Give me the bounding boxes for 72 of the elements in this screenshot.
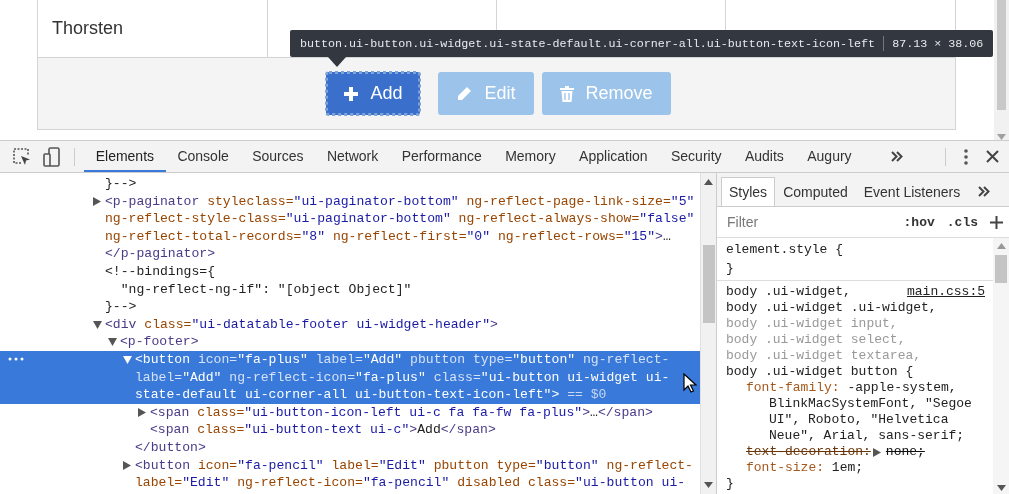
right-triangle-icon[interactable] [123,460,131,470]
more-tabs-chevron-icon[interactable] [978,186,991,197]
closing-brace: } [726,260,734,278]
devtools-tab[interactable]: Elements [84,141,166,172]
devtools-tab[interactable]: Network [315,141,390,172]
pencil-icon [456,85,473,102]
right-triangle-icon[interactable] [93,196,101,206]
scroll-up-icon[interactable] [704,179,713,185]
menu-icon[interactable] [964,148,968,165]
css-selector: body .ui-widget button { [726,364,914,379]
filter-field[interactable]: Filter [725,213,892,231]
css-selector: body .ui-widget .ui-widget, [726,300,937,315]
closing-brace: } [726,476,734,492]
devtools-tab[interactable]: Audits [733,141,796,172]
dom-node-markup[interactable]: </button> [135,438,209,457]
sidebar-tab[interactable]: Computed [775,177,856,206]
css-selector: element.style { [726,242,844,257]
device-toolbar-icon[interactable] [43,146,63,167]
right-triangle-icon[interactable] [872,447,881,457]
style-toggle[interactable]: .cls [946,214,978,230]
scrollbar[interactable] [993,238,1009,494]
devtools-tab[interactable]: Application [567,141,660,172]
devtools-tab[interactable]: Console [165,141,241,172]
devtools-tab[interactable]: Augury [795,141,864,172]
sidebar-tab[interactable]: Styles [721,177,776,206]
html-comment[interactable]: <!--bindings={ "ng-reflect-ng-if": "[object Object]" }--> [105,262,415,316]
inspect-element-icon[interactable] [13,147,31,166]
style-toggle[interactable]: :hov [903,214,935,230]
scroll-thumb[interactable] [702,245,715,323]
dom-node-markup[interactable]: <p-footer> [120,333,202,351]
element-size: 87.13 × 38.06 [892,36,984,51]
scroll-thumb[interactable] [995,255,1007,283]
dom-node-markup[interactable]: <span class="ui-button-text ui-c">Add</span> [150,421,499,439]
more-tabs-chevron-icon[interactable] [891,151,903,162]
css-selector: body .ui-widget select, [726,332,906,347]
scroll-down-icon[interactable] [704,482,713,488]
right-triangle-icon[interactable] [138,408,146,417]
dom-node-markup[interactable]: <div class="ui-datatable-footer ui-widget-header"> [105,315,501,334]
close-icon[interactable] [986,150,999,163]
more-dots-icon[interactable] [8,356,24,361]
css-selector: body .ui-widget textarea, [726,348,922,363]
sidebar-tab[interactable]: Event Listeners [855,177,969,206]
css-selector: body .ui-widget, [726,284,851,299]
mouse-pointer-icon [683,373,697,393]
html-comment[interactable]: }--> [105,175,140,193]
scrollbar[interactable] [700,173,716,494]
scrollbar[interactable] [994,0,1009,140]
dom-node-markup[interactable]: <span class="ui-button-icon-left ui-c fa fa-fw fa-plus">…</span> [150,403,656,422]
down-triangle-icon[interactable] [123,355,132,364]
dom-node-markup[interactable]: <button icon="fa-pencil" label="Edit" pbutton type="button" ng-reflect-label="Edit" ng-reflect-icon="fa-pencil" disabled class="ui-button ui- [135,456,700,492]
source-link[interactable]: main.css:5 [907,284,985,300]
element-selector: button.ui-button.ui-widget.ui-state-default.ui-corner-all.ui-button-text-icon-left [300,36,876,51]
devtools-tab[interactable]: Sources [240,141,316,172]
devtools-tab[interactable]: Memory [493,141,568,172]
down-triangle-icon[interactable] [93,320,102,329]
css-selector: body .ui-widget input, [726,316,898,331]
scroll-thumb[interactable] [997,0,1006,110]
trash-icon [559,85,574,102]
plus-icon [344,86,359,101]
table-cell: Thorsten [38,0,268,57]
footer-button[interactable]: Add [326,72,421,115]
down-triangle-icon[interactable] [108,338,117,347]
css-declaration: font-size: 1em; [745,460,865,476]
css-value: none; [885,444,925,460]
devtools-tab[interactable]: Performance [389,141,494,172]
dom-node-markup[interactable]: <button icon="fa-plus" label="Add" pbutton type="button" ng-reflect-label="Add" ng-reflect-icon="fa-plus" class="ui-button ui-widget ui-state-default ui-corner-all ui-button-text-icon-left"> == $0 [135,350,700,404]
css-declaration: font-family: -apple-system, BlinkMacSystemFont, "Segoe UI", Roboto, "Helvetica Neue", Arial, sans-serif; [745,380,973,444]
devtools-tab[interactable]: Security [659,141,734,172]
scroll-down-icon[interactable] [996,485,1006,491]
dom-node-markup[interactable]: <p-paginator styleclass="ui-paginator-bottom" ng-reflect-page-link-size="5" ng-reflect-style-class="ui-paginator-bottom" ng-reflect-always-show="false" ng-reflect-total-records="8" ng-reflect-first="0" ng-reflect-rows="15">…</p-paginator> [105,192,700,263]
add-rule-icon[interactable] [990,215,1003,229]
css-property: text-decoration: [746,444,871,460]
